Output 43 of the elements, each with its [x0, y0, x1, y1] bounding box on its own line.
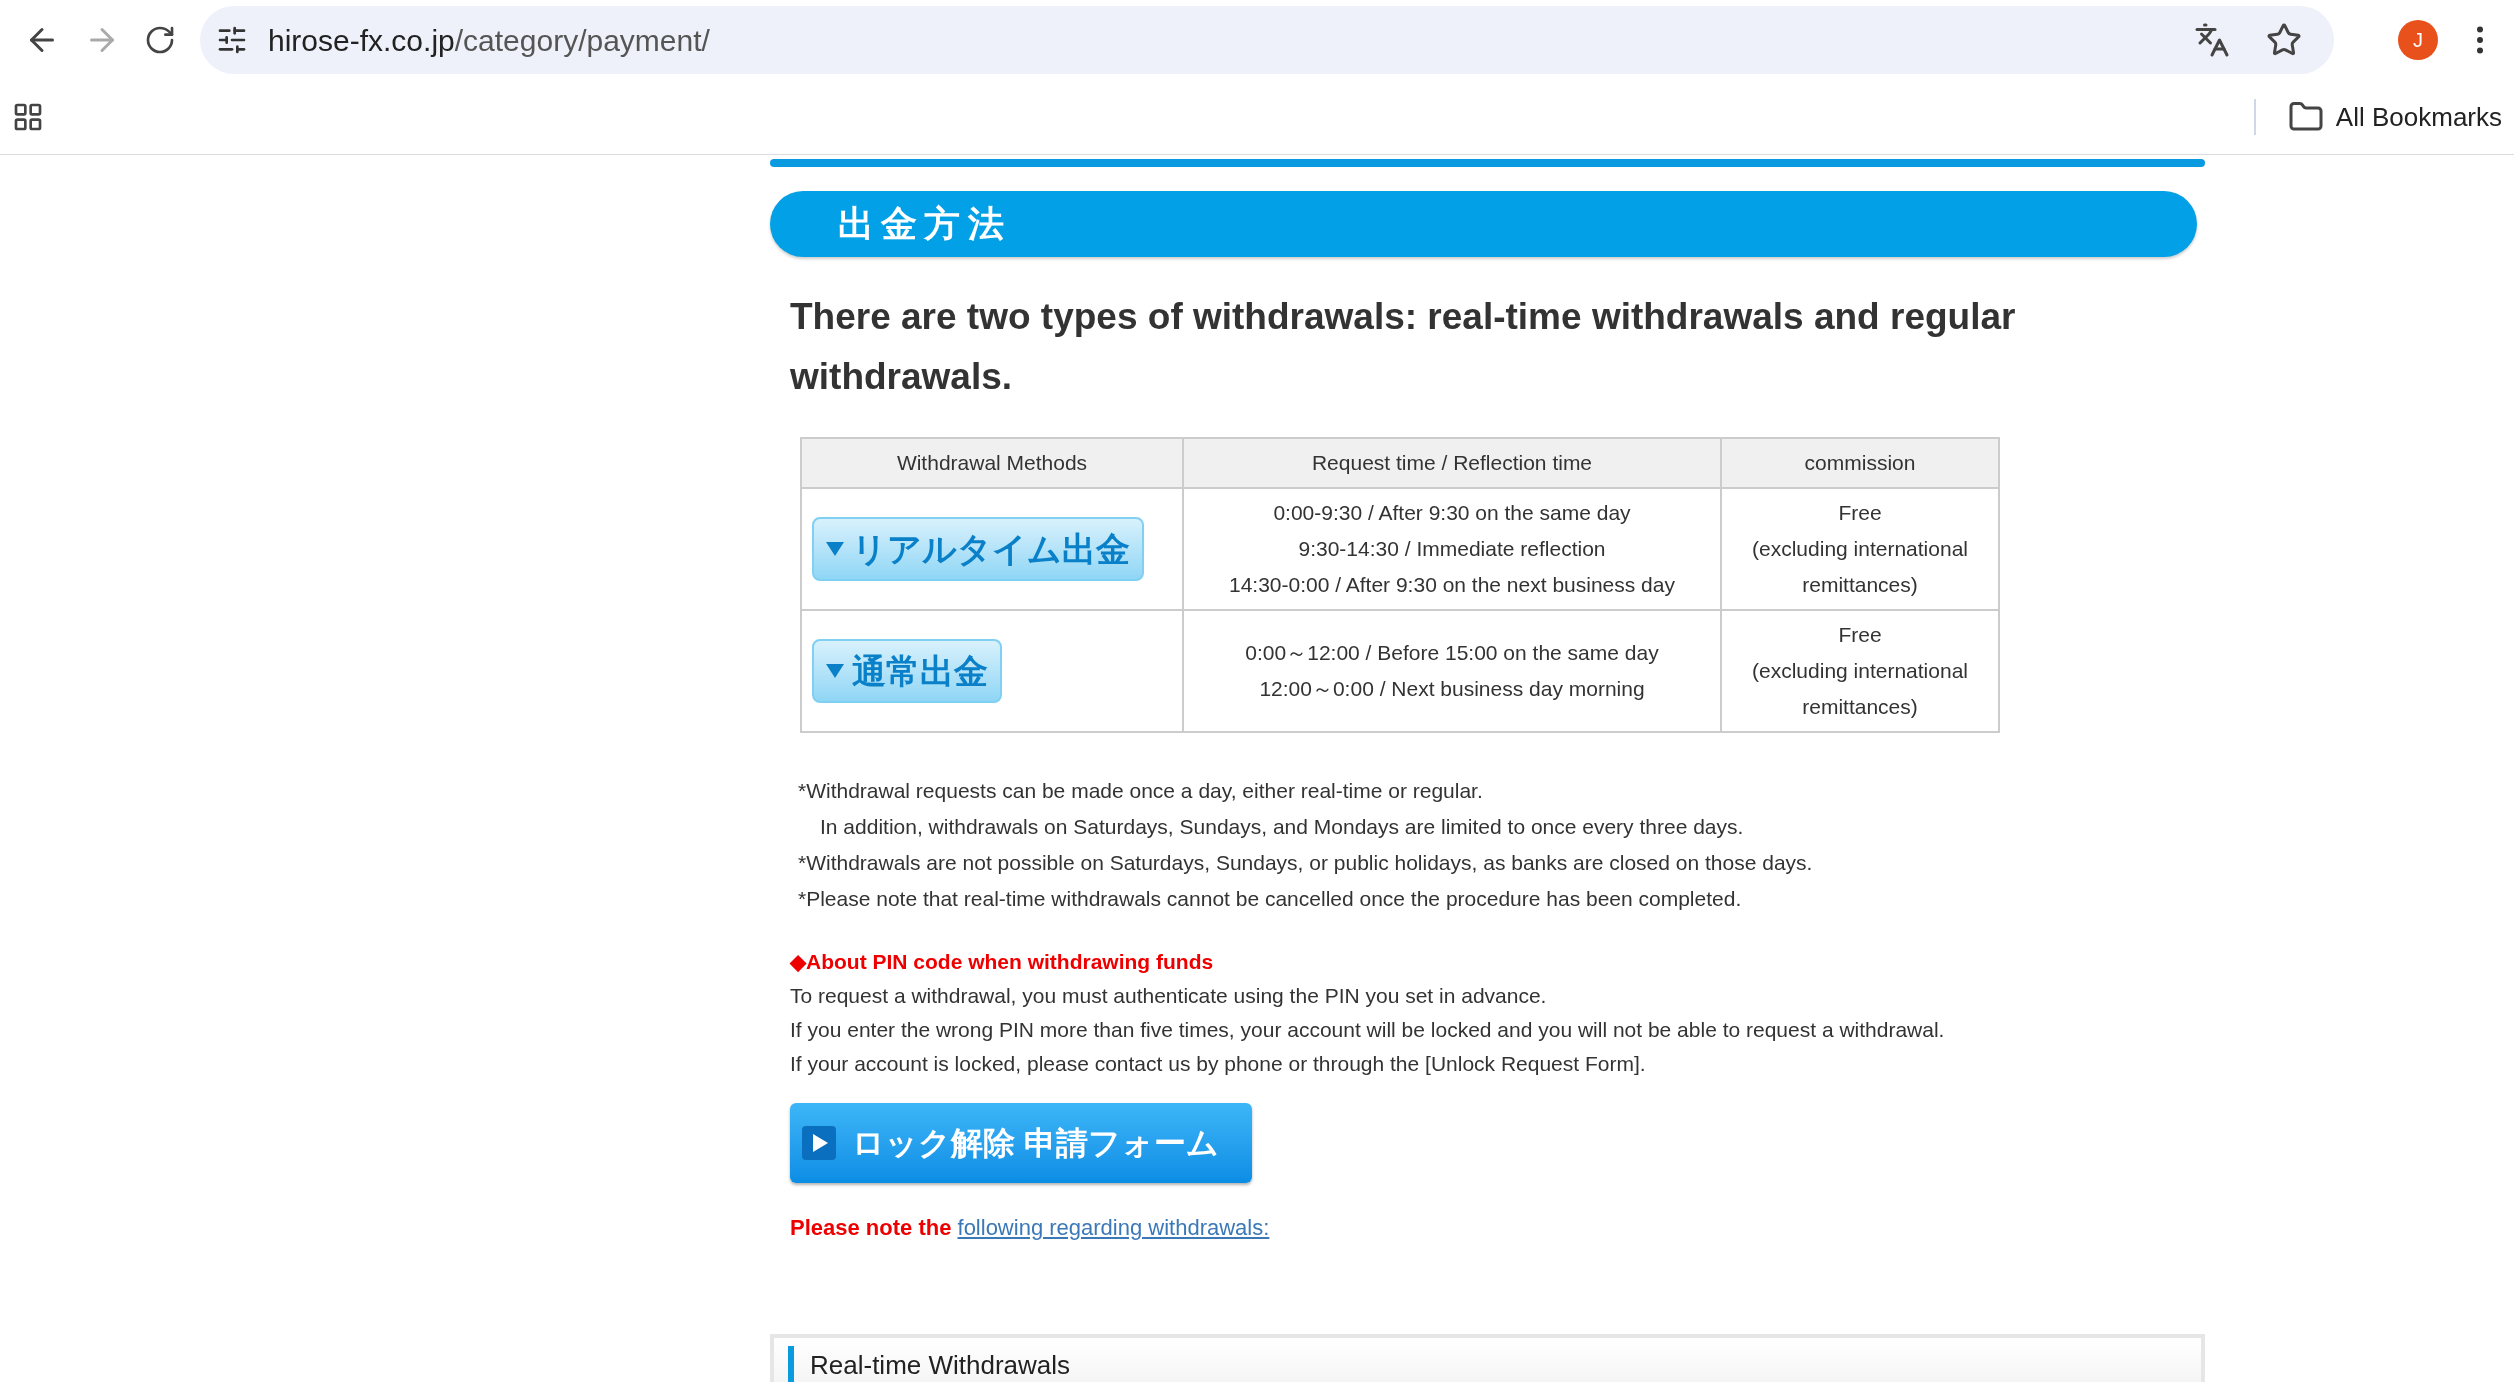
commission-text: Free [1837, 500, 1883, 526]
note-text: *Withdrawals are not possible on Saturdays, Sundays, or public holidays, as banks are closed on those days. [798, 850, 1814, 876]
translate-icon[interactable] [2194, 22, 2230, 58]
apps-icon[interactable] [12, 101, 44, 133]
withdrawal-note: Please note the following regarding withdrawals: [790, 1214, 1271, 1242]
note-text: *Withdrawal requests can be made once a day, either real-time or regular. [798, 778, 1484, 804]
time-text: 12:00～0:00 / Next business day morning [1258, 676, 1646, 702]
site-settings-icon[interactable] [216, 24, 248, 56]
pin-text: If your account is locked, please contact us by phone or through the [Unlock Request Form]. [790, 1051, 1647, 1077]
play-icon [802, 1126, 836, 1160]
all-bookmarks-label[interactable]: All Bookmarks [2335, 97, 2502, 137]
pin-heading: ◆About PIN code when withdrawing funds [790, 949, 1215, 975]
column-header: commission [1721, 438, 1999, 488]
bookmark-star-icon[interactable] [2266, 22, 2302, 58]
pin-text: To request a withdrawal, you must authenticate using the PIN you set in advance. [790, 983, 1548, 1009]
time-text: 9:30-14:30 / Immediate reflection [1297, 536, 1607, 562]
intro-text: There are two types of withdrawals: real-time withdrawals and regular withdrawals. [790, 295, 2017, 399]
time-text: 14:30-0:00 / After 9:30 on the next business day [1228, 572, 1676, 598]
caret-icon [826, 664, 844, 678]
commission-text: (excluding international [1751, 658, 1969, 684]
column-header: Withdrawal Methods [801, 438, 1183, 488]
reload-icon[interactable] [144, 24, 176, 56]
time-text: 0:00～12:00 / Before 15:00 on the same day [1244, 640, 1660, 666]
unlock-form-button[interactable]: ロック解除 申請フォーム [790, 1103, 1252, 1183]
time-text: 0:00-9:30 / After 9:30 on the same day [1272, 500, 1632, 526]
note-text: In addition, withdrawals on Saturdays, Sundays, and Mondays are limited to once every three days. [819, 814, 1745, 840]
column-header: Request time / Reflection time [1183, 438, 1721, 488]
commission-text: Free [1837, 622, 1883, 648]
profile-avatar[interactable]: J [2398, 20, 2438, 60]
commission-text: (excluding international [1751, 536, 1969, 562]
method-button[interactable]: リアルタイム出金 [812, 517, 1144, 581]
section-title: 出金方法 [838, 202, 1011, 246]
accent-bar [788, 1346, 794, 1382]
commission-text: remittances) [1801, 572, 1919, 598]
method-button[interactable]: 通常出金 [812, 639, 1002, 703]
subsection-title: Real-time Withdrawals [810, 1348, 1071, 1382]
caret-icon [826, 542, 844, 556]
note-text: *Please note that real-time withdrawals cannot be cancelled once the procedure has been completed. [798, 886, 1743, 912]
url-text: hirose-fx.co.jp/category/payment/ [268, 22, 711, 59]
pin-text: If you enter the wrong PIN more than five times, your account will be locked and you will not be able to request a withdrawal. [790, 1017, 1946, 1043]
commission-text: remittances) [1801, 694, 1919, 720]
address-bar[interactable]: hirose-fx.co.jp/category/payment/ [200, 6, 2334, 74]
withdrawal-info-link[interactable]: following regarding withdrawals: [957, 1215, 1270, 1240]
